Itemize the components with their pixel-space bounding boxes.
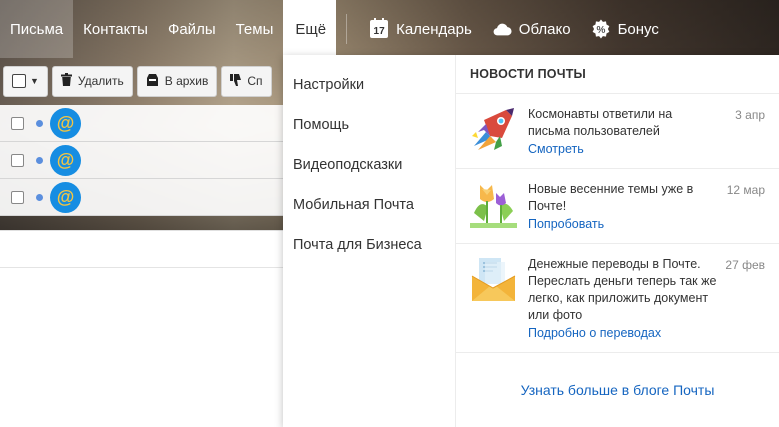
news-item[interactable]: Денежные переводы в Почте. Переслать ден…: [456, 244, 779, 353]
archive-icon: [146, 73, 159, 89]
cloud-icon: [492, 19, 512, 39]
nav-item-label: Ещё: [295, 20, 327, 38]
news-item[interactable]: Новые весенние темы уже в Почте! Попробо…: [456, 169, 779, 244]
blog-link[interactable]: Узнать больше в блоге Почты: [521, 382, 715, 398]
row-checkbox[interactable]: [11, 116, 24, 130]
news-text: Космонавты ответили на письма пользовате…: [528, 107, 673, 138]
news-body: Космонавты ответили на письма пользовате…: [528, 106, 717, 158]
news-body: Денежные переводы в Почте. Переслать ден…: [528, 256, 717, 342]
news-header: НОВОСТИ ПОЧТЫ: [456, 55, 779, 94]
nav-item-label: Файлы: [167, 20, 216, 38]
news-panel: НОВОСТИ ПОЧТЫ Космонавты ответили на пис…: [455, 55, 779, 427]
calendar-icon: 17: [369, 18, 389, 39]
news-text: Новые весенние темы уже в Почте!: [528, 182, 694, 213]
select-all-checkbox: [12, 74, 26, 88]
menu-item-video-tips[interactable]: Видеоподсказки: [283, 145, 455, 185]
mail-toolbar: ▼ Удалить В архив Сп: [0, 58, 290, 104]
nav-item-label: Бонус: [617, 20, 659, 38]
nav-item-more[interactable]: Ещё: [283, 0, 337, 58]
menu-item-business-mail[interactable]: Почта для Бизнеса: [283, 225, 455, 265]
rocket-icon: [470, 106, 517, 153]
delete-label: Удалить: [77, 74, 124, 88]
tulips-icon: [470, 181, 517, 228]
news-link[interactable]: Смотреть: [528, 141, 584, 158]
menu-item-settings[interactable]: Настройки: [283, 65, 455, 105]
unread-dot[interactable]: [36, 193, 43, 201]
nav-item-label: Контакты: [83, 20, 148, 38]
list-item[interactable]: @: [0, 105, 290, 142]
list-item[interactable]: @: [0, 142, 290, 179]
nav-item-label: Письма: [10, 20, 64, 38]
trash-icon: [60, 73, 72, 89]
delete-button[interactable]: Удалить: [51, 65, 133, 97]
nav-item-contacts[interactable]: Контакты: [73, 0, 158, 58]
svg-text:%: %: [596, 25, 605, 36]
spam-button[interactable]: Сп: [221, 65, 272, 97]
nav-item-files[interactable]: Файлы: [158, 0, 226, 58]
spam-label: Сп: [247, 74, 263, 88]
avatar: @: [50, 144, 81, 176]
money-envelope-icon: [470, 256, 517, 303]
unread-dot[interactable]: [36, 156, 43, 164]
row-checkbox[interactable]: [11, 190, 24, 204]
avatar: @: [50, 107, 81, 139]
nav-item-label: Облако: [518, 20, 571, 38]
bonus-icon: %: [591, 19, 611, 39]
news-link[interactable]: Подробно о переводах: [528, 325, 661, 342]
row-checkbox[interactable]: [11, 153, 24, 167]
news-date: 12 мар: [726, 183, 765, 197]
news-item[interactable]: Космонавты ответили на письма пользовате…: [456, 94, 779, 169]
list-item[interactable]: @: [0, 179, 290, 216]
top-navigation: Письма Контакты Файлы Темы Ещё 17 Календ…: [0, 0, 779, 58]
nav-item-bonus[interactable]: % Бонус: [581, 0, 669, 58]
news-date: 27 фев: [725, 258, 765, 272]
avatar: @: [50, 181, 81, 213]
archive-label: В архив: [164, 74, 209, 88]
nav-item-letters[interactable]: Письма: [0, 0, 74, 58]
more-dropdown: Настройки Помощь Видеоподсказки Мобильна…: [283, 55, 779, 427]
news-text: Денежные переводы в Почте. Переслать ден…: [528, 257, 717, 322]
nav-item-label: Темы: [235, 20, 274, 38]
nav-item-themes[interactable]: Темы: [226, 0, 284, 58]
content-area: [0, 230, 290, 427]
select-all-button[interactable]: ▼: [3, 65, 48, 97]
menu-item-help[interactable]: Помощь: [283, 105, 455, 145]
chevron-down-icon: ▼: [30, 76, 39, 86]
nav-item-calendar[interactable]: 17 Календарь: [359, 0, 482, 58]
nav-divider: [346, 14, 348, 44]
thumbs-down-icon: [230, 73, 242, 89]
divider: [0, 267, 290, 268]
unread-dot[interactable]: [36, 119, 43, 127]
mail-list: @ @ @: [0, 105, 290, 216]
menu-item-mobile-mail[interactable]: Мобильная Почта: [283, 185, 455, 225]
nav-item-cloud[interactable]: Облако: [482, 0, 581, 58]
blog-footer: Узнать больше в блоге Почты: [456, 353, 779, 427]
archive-button[interactable]: В архив: [136, 65, 218, 97]
nav-item-label: Календарь: [396, 20, 472, 38]
news-body: Новые весенние темы уже в Почте! Попробо…: [528, 181, 717, 233]
more-menu-list: Настройки Помощь Видеоподсказки Мобильна…: [283, 55, 455, 427]
news-link[interactable]: Попробовать: [528, 216, 604, 233]
news-date: 3 апр: [735, 108, 765, 122]
